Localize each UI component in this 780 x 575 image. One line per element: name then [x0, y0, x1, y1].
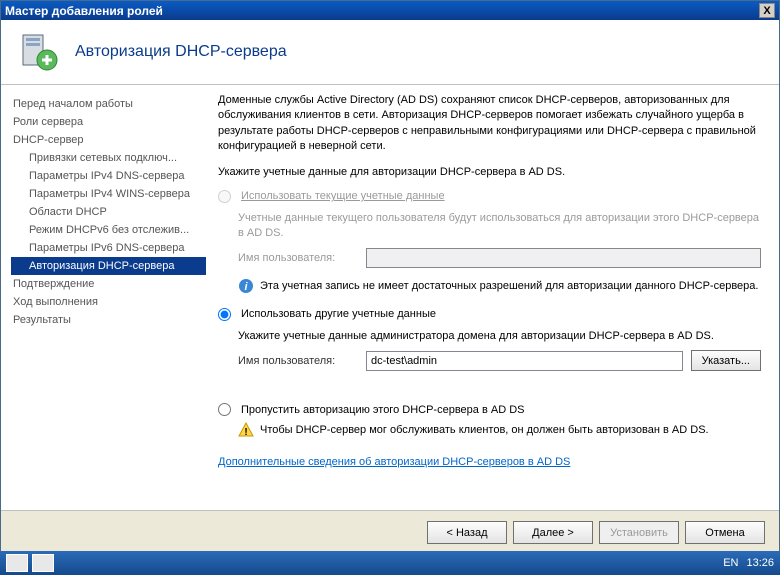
- option-skip-authorization[interactable]: Пропустить авторизацию этого DHCP-сервер…: [218, 403, 761, 416]
- info-icon: i: [238, 278, 254, 294]
- page-title: Авторизация DHCP-сервера: [75, 43, 287, 61]
- sidebar-item-progress[interactable]: Ход выполнения: [13, 293, 206, 311]
- sidebar-item-ipv4-wins[interactable]: Параметры IPv4 WINS-сервера: [13, 185, 206, 203]
- info-message: Эта учетная запись не имеет достаточных …: [260, 280, 758, 292]
- current-username-label: Имя пользователя:: [238, 252, 358, 264]
- warning-icon: !: [238, 422, 254, 438]
- sidebar-item-dhcpv6-mode[interactable]: Режим DHCPv6 без отслежив...: [13, 221, 206, 239]
- option-other-desc: Укажите учетные данные администратора до…: [238, 329, 761, 344]
- sidebar-item-network-bindings[interactable]: Привязки сетевых подключ...: [13, 149, 206, 167]
- sidebar-item-dhcp-server[interactable]: DHCP-сервер: [13, 131, 206, 149]
- close-icon: X: [763, 5, 770, 17]
- install-button: Установить: [599, 521, 679, 544]
- sidebar-item-dhcp-authorization[interactable]: Авторизация DHCP-сервера: [11, 257, 206, 275]
- sidebar-item-ipv4-dns[interactable]: Параметры IPv4 DNS-сервера: [13, 167, 206, 185]
- radio-skip-authorization[interactable]: [218, 403, 231, 416]
- intro-text-2: Укажите учетные данные для авторизации D…: [218, 165, 761, 180]
- sidebar-item-confirmation[interactable]: Подтверждение: [13, 275, 206, 293]
- specify-button[interactable]: Указать...: [691, 350, 761, 371]
- option-current-desc: Учетные данные текущего пользователя буд…: [238, 211, 761, 242]
- other-username-label: Имя пользователя:: [238, 355, 358, 367]
- other-username-input[interactable]: [366, 351, 683, 371]
- option-skip-label: Пропустить авторизацию этого DHCP-сервер…: [241, 404, 524, 416]
- option-other-label: Использовать другие учетные данные: [241, 308, 436, 320]
- sidebar-item-before-begin[interactable]: Перед началом работы: [13, 95, 206, 113]
- cancel-button[interactable]: Отмена: [685, 521, 765, 544]
- taskbar[interactable]: EN 13:26: [0, 551, 780, 575]
- titlebar: Мастер добавления ролей X: [1, 1, 779, 20]
- svg-text:!: !: [244, 427, 247, 438]
- close-button[interactable]: X: [759, 3, 775, 18]
- language-indicator[interactable]: EN: [723, 557, 738, 569]
- window-title: Мастер добавления ролей: [5, 4, 163, 18]
- warning-message: Чтобы DHCP-сервер мог обслуживать клиент…: [260, 424, 709, 436]
- taskbar-button-2[interactable]: [32, 554, 54, 572]
- radio-other-credentials[interactable]: [218, 308, 231, 321]
- wizard-button-bar: < Назад Далее > Установить Отмена: [1, 510, 779, 554]
- intro-text-1: Доменные службы Active Directory (AD DS)…: [218, 93, 761, 155]
- current-username-input: [366, 248, 761, 268]
- option-current-label: Использовать текущие учетные данные: [241, 190, 445, 202]
- server-role-icon: [17, 30, 61, 74]
- sidebar-item-dhcp-scopes[interactable]: Области DHCP: [13, 203, 206, 221]
- wizard-sidebar: Перед началом работы Роли сервера DHCP-с…: [1, 85, 206, 510]
- sidebar-item-server-roles[interactable]: Роли сервера: [13, 113, 206, 131]
- more-info-link[interactable]: Дополнительные сведения об авторизации D…: [218, 456, 570, 468]
- sidebar-item-results[interactable]: Результаты: [13, 311, 206, 329]
- wizard-header: Авторизация DHCP-сервера: [1, 20, 779, 85]
- back-button[interactable]: < Назад: [427, 521, 507, 544]
- radio-current-credentials: [218, 190, 231, 203]
- sidebar-item-ipv6-dns[interactable]: Параметры IPv6 DNS-сервера: [13, 239, 206, 257]
- clock: 13:26: [746, 557, 774, 569]
- taskbar-button-1[interactable]: [6, 554, 28, 572]
- option-other-credentials[interactable]: Использовать другие учетные данные: [218, 308, 761, 321]
- wizard-main: Доменные службы Active Directory (AD DS)…: [206, 85, 779, 510]
- option-current-credentials: Использовать текущие учетные данные: [218, 190, 761, 203]
- next-button[interactable]: Далее >: [513, 521, 593, 544]
